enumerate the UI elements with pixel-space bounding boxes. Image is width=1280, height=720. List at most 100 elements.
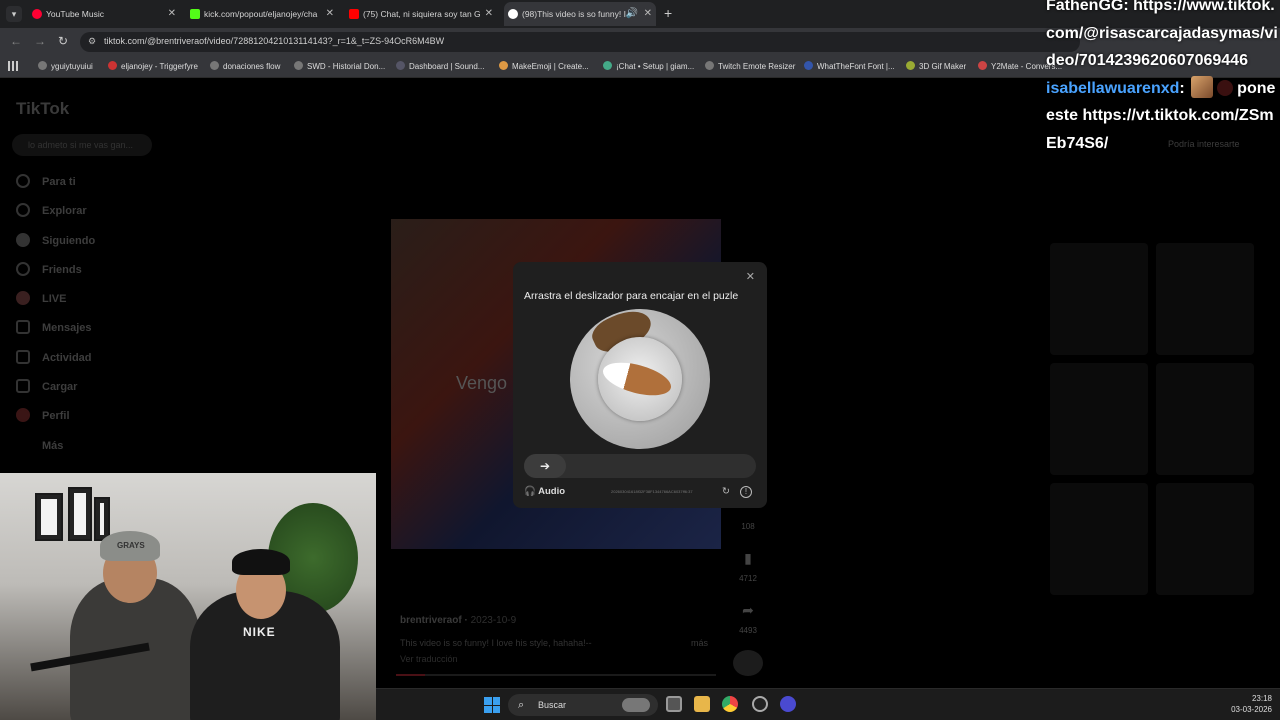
audio-button[interactable]: 🎧 Audio (524, 486, 565, 497)
refresh-icon[interactable]: ↻ (722, 486, 730, 497)
tab-kick-chat[interactable]: kick.com/popout/eljanojey/cha ✕ (186, 2, 338, 26)
search-highlight-image (622, 698, 650, 712)
video-progress[interactable] (396, 674, 716, 676)
app-icon[interactable] (780, 696, 796, 712)
shirt-graphic: NIKE (243, 625, 276, 639)
translate-link[interactable]: Ver traducción (400, 654, 458, 664)
video-author[interactable]: brentriveraof · 2023-10-9 (400, 615, 516, 626)
wall-frame (35, 493, 63, 541)
bookmark-item[interactable]: Dashboard | Sound... (396, 61, 484, 71)
captcha-title: Arrastra el deslizador para encajar en e… (524, 290, 739, 302)
tab-youtube-chat[interactable]: (75) Chat, ni siquiera soy tan G ✕ (345, 2, 497, 26)
chat-username: isabellawuarenxd (1046, 79, 1180, 97)
compass-icon (16, 203, 30, 217)
site-info-icon[interactable]: ⚙ (88, 36, 96, 47)
chat-message: isabellawuarenxd: pone este https://vt.t… (1046, 75, 1280, 158)
close-icon[interactable]: ✕ (485, 2, 493, 26)
bookmark-item[interactable]: yguiytuyuiui (38, 61, 93, 71)
puzzle-image (570, 309, 710, 449)
youtube-music-icon (32, 9, 42, 19)
chrome-icon[interactable] (722, 696, 738, 712)
puzzle-rotating-piece (598, 337, 682, 421)
wall-frame (68, 487, 92, 541)
screen: { "browser": { "tabs": [ {"label": "YouT… (0, 0, 1280, 720)
file-explorer-icon[interactable] (694, 696, 710, 712)
windows-taskbar: ⌕ Buscar 23:18 03-03-2026 (376, 688, 1280, 720)
suggested-video-thumb[interactable] (1050, 483, 1148, 595)
bookmark-icon[interactable]: ▮ (733, 550, 763, 567)
comment-count: 108 (741, 522, 755, 531)
bookmark-item[interactable]: eljanojey - Triggerfyre (108, 61, 198, 71)
taskbar-search[interactable]: ⌕ Buscar (508, 694, 658, 716)
more-link[interactable]: más (691, 638, 708, 648)
upload-icon (16, 379, 30, 393)
forward-icon[interactable]: → (34, 34, 46, 48)
wall-frame (94, 497, 110, 541)
bookmark-item[interactable]: ¡Chat • Setup | giam... (603, 61, 694, 71)
system-clock[interactable]: 23:18 03-03-2026 (1231, 693, 1272, 715)
obs-icon[interactable] (752, 696, 768, 712)
slider-handle-arrow-icon[interactable]: ➔ (524, 454, 566, 478)
captcha-slider-track[interactable]: ➔ (524, 454, 756, 478)
speaker-icon[interactable]: 🔊 (626, 2, 638, 26)
nav-siguiendo[interactable]: Siguiendo (16, 233, 95, 253)
nav-cargar[interactable]: Cargar (16, 379, 77, 399)
close-icon[interactable]: ✕ (168, 2, 176, 26)
close-icon[interactable]: ✕ (746, 270, 755, 283)
home-icon (16, 174, 30, 188)
nav-para-ti[interactable]: Para ti (16, 174, 76, 194)
close-icon[interactable]: ✕ (644, 2, 652, 26)
video-progress-fill (396, 674, 425, 676)
new-tab-button[interactable]: + (664, 5, 672, 21)
search-icon: ⌕ (518, 699, 525, 711)
friends-icon (16, 262, 30, 276)
bookmark-item[interactable]: donaciones flow (210, 61, 280, 71)
live-icon (16, 291, 30, 305)
nav-mensajes[interactable]: Mensajes (16, 320, 92, 340)
suggested-video-thumb[interactable] (1050, 363, 1148, 475)
message-icon (16, 320, 30, 334)
windows-start-icon[interactable] (484, 697, 500, 713)
nav-actividad[interactable]: Actividad (16, 350, 92, 370)
suggested-video-thumb[interactable] (1156, 243, 1254, 355)
nav-friends[interactable]: Friends (16, 262, 82, 282)
bookmark-item[interactable]: 3D Gif Maker (906, 61, 966, 71)
info-icon[interactable]: ! (740, 486, 752, 498)
nav-live[interactable]: LIVE (16, 291, 66, 311)
tab-search-button[interactable]: ▾ (6, 6, 22, 22)
tiktok-icon (508, 9, 518, 19)
bookmark-item[interactable]: SWD - Historial Don... (294, 61, 385, 71)
address-bar[interactable]: ⚙ tiktok.com/@brentriveraof/video/728812… (80, 32, 1080, 52)
tab-tiktok-video[interactable]: (98)This video is so funny! I 🔊 ✕ (504, 2, 656, 26)
bookmark-item[interactable]: Twitch Emote Resizer (705, 61, 795, 71)
back-icon[interactable]: ← (10, 34, 22, 48)
close-icon[interactable]: ✕ (326, 2, 334, 26)
share-icon[interactable]: ➦ (733, 602, 763, 619)
clock-date: 03-03-2026 (1231, 705, 1272, 714)
apps-grid-icon[interactable] (8, 61, 18, 71)
webcam-overlay: GRAYS NIKE (0, 473, 376, 720)
task-view-icon[interactable] (666, 696, 682, 712)
video-date: 2023-10-9 (470, 615, 517, 626)
chat-badge-avatar (1190, 75, 1213, 98)
suggested-video-thumb[interactable] (1156, 363, 1254, 475)
clock-time: 23:18 (1251, 694, 1272, 703)
reload-icon[interactable]: ↻ (58, 34, 68, 48)
bookmark-item[interactable]: WhatTheFont Font |... (804, 61, 895, 71)
nav-explorar[interactable]: Explorar (16, 203, 87, 223)
avatar (16, 233, 30, 247)
bell-icon (16, 350, 30, 364)
captcha-dialog: ✕ Arrastra el deslizador para encajar en… (513, 262, 767, 508)
tab-youtube-music[interactable]: YouTube Music ✕ (28, 2, 180, 26)
nav-perfil[interactable]: Perfil (16, 408, 70, 428)
search-input[interactable]: lo admeto si me vas gan... (12, 134, 152, 156)
suggestions-grid (1050, 243, 1255, 599)
tiktok-logo[interactable]: TikTok (16, 99, 69, 119)
bookmark-item[interactable]: MakeEmoji | Create... (499, 61, 589, 71)
suggested-video-thumb[interactable] (1156, 483, 1254, 595)
youtube-icon (349, 9, 359, 19)
music-disc-icon[interactable] (733, 650, 763, 676)
nav-mas[interactable]: Más (16, 438, 63, 458)
suggested-video-thumb[interactable] (1050, 243, 1148, 355)
url-text: tiktok.com/@brentriveraof/video/72881204… (104, 36, 445, 46)
